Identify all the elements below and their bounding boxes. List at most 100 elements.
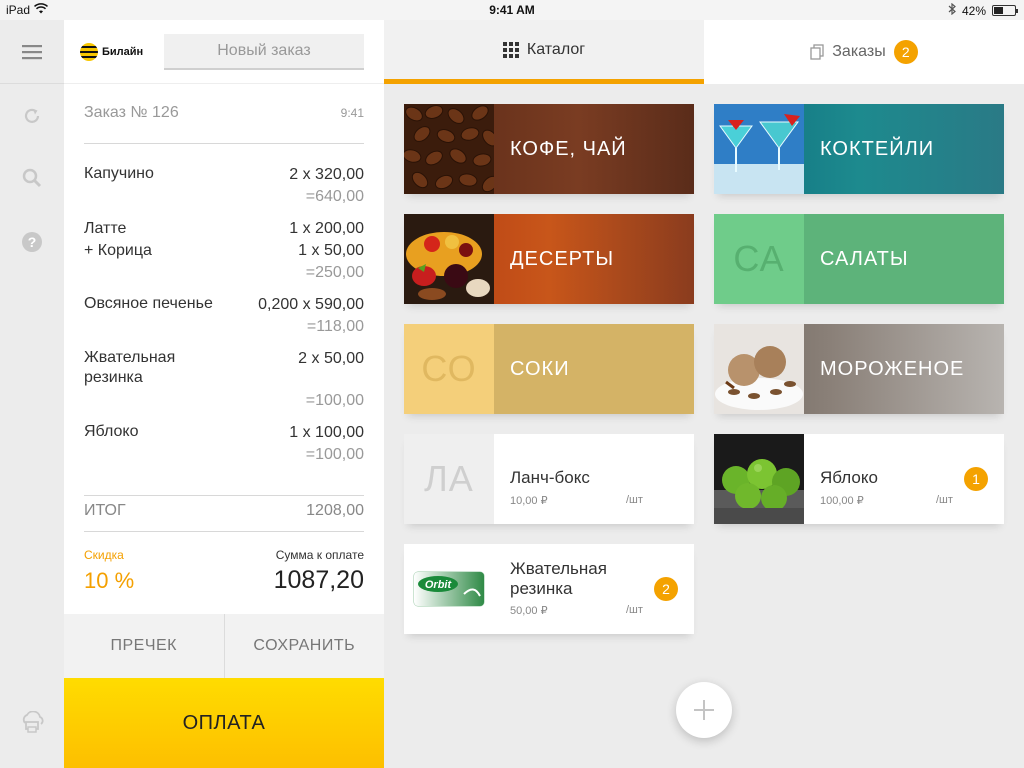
item-name: Яблоко	[84, 423, 139, 440]
item-qty: 1 x 100,00	[289, 424, 364, 441]
lunch-box-abbr: ЛА	[424, 458, 474, 499]
cart-count-badge: 1	[964, 467, 988, 491]
divider	[84, 495, 364, 496]
brand-logo: Билайн	[80, 42, 164, 61]
category-label: МОРОЖЕНОЕ	[820, 357, 965, 380]
refresh-button[interactable]	[16, 100, 48, 132]
cocktails-image	[714, 104, 804, 194]
product-apple[interactable]: Яблоко 100,00 ₽ /шт 1	[714, 434, 1004, 524]
product-name: Ланч-бокс	[510, 468, 590, 487]
amount-due-value: 1087,20	[273, 566, 364, 594]
plus-icon	[694, 700, 714, 720]
discount-label[interactable]: Скидка	[84, 548, 124, 562]
item-sum: =100,00	[305, 392, 364, 409]
category-label: КОКТЕЙЛИ	[820, 137, 935, 160]
product-unit: /шт	[936, 494, 953, 506]
product-lunch-box[interactable]: ЛА Ланч-бокс 10,00 ₽ /шт	[404, 434, 694, 524]
item-name: Капучино	[84, 165, 154, 182]
juices-abbr: СО	[421, 348, 477, 389]
ice-cream-image	[714, 324, 804, 414]
main-tabs: Каталог Заказы 2	[384, 20, 1024, 84]
brand-name: Билайн	[102, 45, 144, 58]
help-button[interactable]: ?	[16, 226, 48, 258]
item-qty: 2 x 50,00	[298, 350, 364, 367]
category-label: САЛАТЫ	[820, 247, 909, 270]
bluetooth-icon	[948, 2, 956, 18]
product-price: 10,00 ₽	[510, 495, 548, 507]
category-coffee-tea[interactable]: КОФЕ, ЧАЙ	[404, 104, 694, 194]
tab-catalog-label: Каталог	[526, 40, 586, 58]
item-qty: 2 x 320,00	[289, 166, 364, 183]
new-order-tab[interactable]: Новый заказ	[164, 33, 364, 70]
item-name: Латте + Корица	[84, 220, 152, 259]
battery-percent: 42%	[961, 3, 986, 18]
beeline-logo-icon	[80, 42, 98, 61]
item-qty: 0,200 x 590,00	[258, 296, 364, 313]
total-value: 1208,00	[306, 502, 364, 519]
precheck-button[interactable]: ПРЕЧЕК	[64, 614, 224, 678]
tab-orders-label: Заказы	[832, 43, 886, 60]
tab-orders[interactable]: Заказы 2	[704, 20, 1024, 84]
item-qty: 1 x 200,00 1 x 50,00	[289, 220, 364, 259]
lunch-box-thumb: ЛА	[404, 434, 494, 524]
svg-text:?: ?	[28, 234, 37, 250]
product-price: 100,00 ₽	[820, 495, 864, 507]
battery-icon	[992, 5, 1018, 16]
product-price: 50,00 ₽	[510, 605, 548, 617]
cart-count-badge: 2	[654, 577, 678, 601]
total-label: ИТОГ	[84, 502, 126, 519]
item-sum: =118,00	[306, 318, 364, 335]
apples-image	[714, 434, 804, 524]
salads-abbr: СА	[733, 238, 785, 279]
search-icon	[22, 168, 42, 188]
divider	[84, 143, 364, 144]
search-button[interactable]	[16, 162, 48, 194]
help-icon: ?	[22, 232, 42, 252]
left-rail: ?	[0, 20, 64, 768]
item-sum: =640,00	[305, 188, 364, 205]
discount-value[interactable]: 10 %	[84, 568, 134, 594]
coffee-beans-image	[404, 104, 494, 194]
salads-thumb: СА	[714, 214, 804, 304]
category-salads[interactable]: СА САЛАТЫ	[714, 214, 1004, 304]
product-name: Жвательная резинка	[510, 559, 607, 598]
item-sum: =250,00	[305, 264, 364, 281]
cloud-print-button[interactable]	[16, 706, 48, 738]
add-button[interactable]	[676, 682, 732, 738]
total-row: ИТОГ 1208,00	[84, 502, 364, 520]
orders-count-badge: 2	[893, 40, 918, 64]
product-unit: /шт	[626, 494, 643, 506]
product-unit: /шт	[626, 604, 643, 616]
clock: 9:41 AM	[489, 3, 535, 17]
tab-catalog[interactable]: Каталог	[384, 20, 704, 84]
save-button[interactable]: СОХРАНИТЬ	[223, 614, 385, 678]
item-sum: =100,00	[305, 446, 364, 463]
order-panel: Билайн Новый заказ Заказ № 126 9:41 Капу…	[64, 20, 384, 768]
hamburger-icon	[22, 44, 42, 59]
order-number: Заказ № 126	[84, 104, 179, 121]
item-name: Жвательная резинка	[84, 349, 176, 386]
category-label: СОКИ	[510, 357, 570, 380]
item-name: Овсяное печенье	[84, 295, 213, 312]
chewing-gum-image: Orbit	[404, 544, 494, 634]
order-actions: ПРЕЧЕК СОХРАНИТЬ	[64, 614, 384, 678]
product-chewing-gum[interactable]: Orbit Жвательная резинка 50,00 ₽ /шт 2	[404, 544, 694, 634]
juices-thumb: СО	[404, 324, 494, 414]
category-label: ДЕСЕРТЫ	[510, 247, 615, 270]
amount-due-label: Сумма к оплате	[275, 548, 364, 562]
category-label: КОФЕ, ЧАЙ	[510, 137, 627, 160]
category-cocktails[interactable]: КОКТЕЙЛИ	[714, 104, 1004, 194]
divider	[84, 531, 364, 532]
category-ice-cream[interactable]: МОРОЖЕНОЕ	[714, 324, 1004, 414]
status-bar: iPad 9:41 AM 42%	[0, 0, 1024, 20]
order-time: 9:41	[340, 106, 364, 120]
pay-button[interactable]: ОПЛАТА	[64, 678, 384, 768]
copy-icon	[810, 44, 824, 60]
category-desserts[interactable]: ДЕСЕРТЫ	[404, 214, 694, 304]
menu-button[interactable]	[0, 20, 64, 84]
product-name: Яблоко	[820, 468, 878, 487]
refresh-icon	[24, 108, 40, 123]
gum-pack-text: Orbit	[425, 579, 453, 591]
category-juices[interactable]: СО СОКИ	[404, 324, 694, 414]
cloud-printer-icon	[22, 711, 44, 733]
